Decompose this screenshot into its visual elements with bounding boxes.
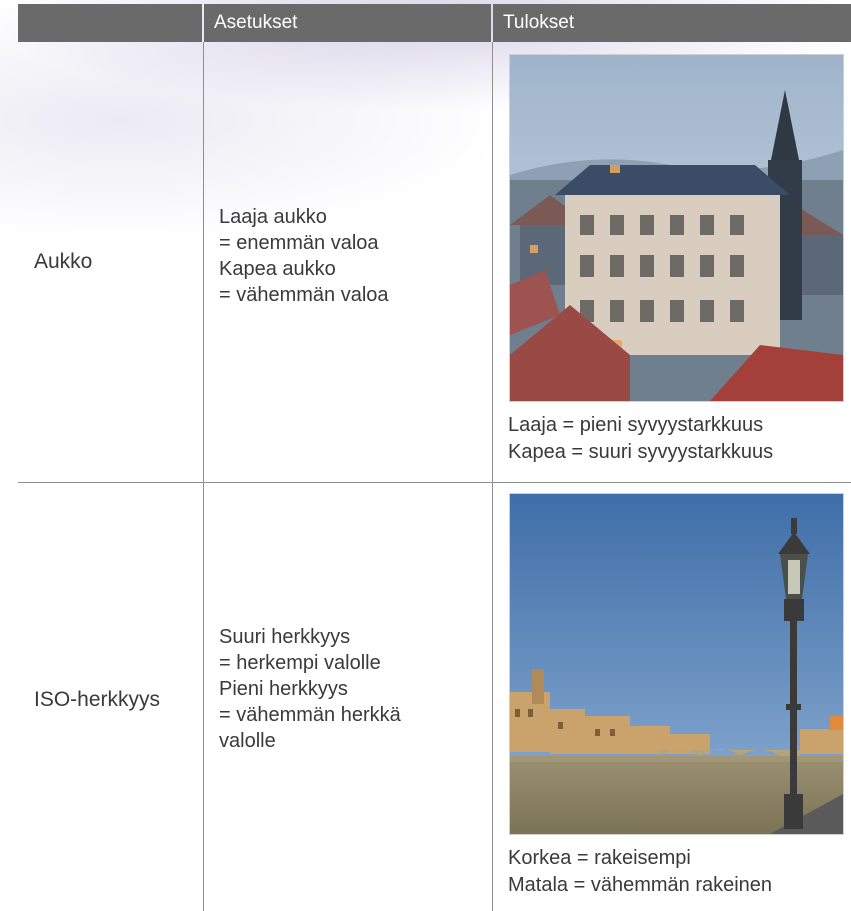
header-cell-settings: Asetukset (204, 4, 491, 42)
settings-line: valolle (219, 730, 276, 752)
result-line: Matala = vähemmän rakeinen (508, 874, 773, 896)
results-iso: Korkea = rakeisempi Matala = vähemmän ra… (508, 845, 772, 899)
row-divider (18, 482, 851, 483)
column-divider-1 (203, 42, 204, 911)
results-aperture: Laaja = pieni syvyystarkkuus Kapea = suu… (508, 412, 773, 466)
city-rooftops-photo (509, 54, 844, 402)
settings-results-table: Asetukset Tulokset Aukko Laaja aukko = e… (0, 0, 851, 911)
settings-line: Laaja aukko (219, 206, 327, 228)
row-label-iso: ISO-herkkyys (34, 688, 161, 711)
result-line: Kapea = suuri syvyystarkkuus (508, 441, 774, 463)
settings-aperture: Laaja aukko = enemmän valoa Kapea aukko … (219, 204, 389, 308)
header-cell-empty (18, 4, 202, 42)
header-results-label: Tulokset (503, 12, 575, 33)
result-line: Korkea = rakeisempi (508, 847, 691, 869)
riverside-lamppost-photo (509, 493, 844, 835)
settings-iso: Suuri herkkyys = herkempi valolle Pieni … (219, 624, 401, 754)
header-settings-label: Asetukset (214, 12, 298, 33)
header-cell-results: Tulokset (493, 4, 851, 42)
settings-line: Suuri herkkyys (219, 626, 351, 648)
settings-line: Kapea aukko (219, 258, 336, 280)
row-label-aperture: Aukko (34, 250, 93, 273)
result-line: Laaja = pieni syvyystarkkuus (508, 414, 764, 436)
settings-line: = herkempi valolle (219, 652, 381, 674)
settings-line: = vähemmän herkkä (219, 704, 401, 726)
column-divider-2 (492, 42, 493, 911)
settings-line: = enemmän valoa (219, 232, 379, 254)
settings-line: Pieni herkkyys (219, 678, 348, 700)
settings-line: = vähemmän valoa (219, 284, 389, 306)
